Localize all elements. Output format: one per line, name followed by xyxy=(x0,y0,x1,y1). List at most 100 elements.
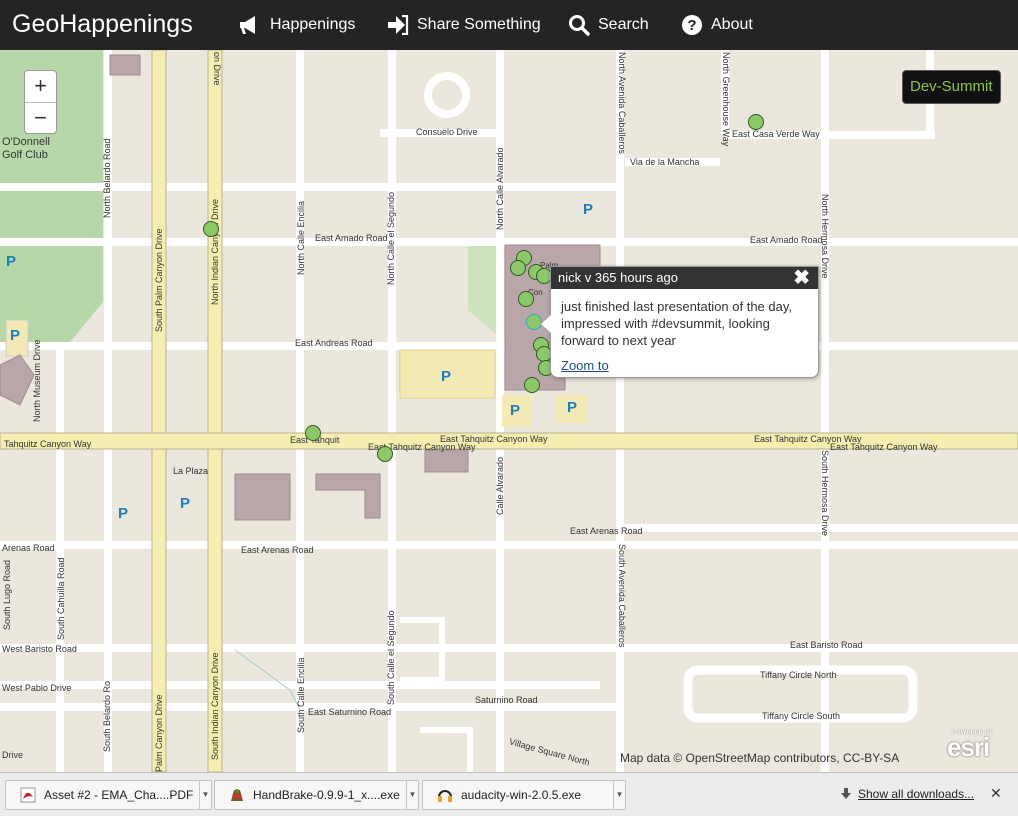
show-all-downloads-link[interactable]: Show all downloads... xyxy=(840,787,974,801)
headphones-icon xyxy=(438,790,452,802)
dev-summit-button[interactable]: Dev-Summit xyxy=(902,70,1001,104)
street-label: North Indian Canyon Drive xyxy=(210,198,220,305)
happening-marker[interactable] xyxy=(748,114,764,130)
parking-icon: P xyxy=(510,402,521,419)
download-shelf: Asset #2 - EMA_Cha....PDF ▼ HandBrake-0.… xyxy=(0,772,1018,816)
question-circle-icon: ? xyxy=(682,15,702,35)
street-label: East Andreas Road xyxy=(295,338,373,348)
parking-icon: P xyxy=(180,495,191,512)
street-label: East Arenas Road xyxy=(570,526,643,536)
street-label: East Tahquitz Canyon Way xyxy=(440,434,548,444)
chevron-down-icon[interactable]: ▼ xyxy=(613,781,625,809)
download-item[interactable]: HandBrake-0.9.9-1_x....exe ▼ xyxy=(214,780,419,810)
street-label: Saturnino Road xyxy=(475,695,538,705)
street-label: South Hermosa Drive xyxy=(820,450,830,537)
street-label: Tiffany Circle North xyxy=(760,670,837,680)
esri-logo: esri xyxy=(947,732,990,762)
parking-icon: P xyxy=(567,399,578,416)
parking-icon: P xyxy=(10,327,21,344)
app-brand[interactable]: GeoHappenings xyxy=(12,10,193,39)
street-label: North Avenida Caballeros xyxy=(617,52,627,154)
download-item[interactable]: Asset #2 - EMA_Cha....PDF ▼ xyxy=(5,780,212,810)
nav-happenings-label: Happenings xyxy=(270,16,356,33)
parking-icon: P xyxy=(118,505,129,522)
street-label: East Tahquitz Canyon Way xyxy=(830,442,938,452)
chevron-down-icon[interactable]: ▼ xyxy=(199,781,211,809)
download-filename: Asset #2 - EMA_Cha....PDF xyxy=(44,788,194,802)
top-navbar: GeoHappenings Happenings Share Something… xyxy=(0,0,1018,50)
happening-marker[interactable] xyxy=(203,221,219,237)
map-attribution: Map data © OpenStreetMap contributors, C… xyxy=(620,751,900,765)
street-label: South Lugo Road xyxy=(2,559,12,630)
street-label: Arenas Road xyxy=(2,543,55,553)
street-label: North Greenhouse Way xyxy=(721,52,731,147)
search-icon xyxy=(569,15,590,36)
happening-marker[interactable] xyxy=(518,291,534,307)
street-label: Via de la Mancha xyxy=(630,157,700,167)
nav-happenings[interactable]: Happenings xyxy=(238,13,355,37)
street-label: Consuelo Drive xyxy=(416,127,478,137)
nav-share-label: Share Something xyxy=(417,16,541,33)
map-base-layer xyxy=(0,50,1018,772)
sign-in-icon xyxy=(388,15,409,35)
street-label: South Avenida Caballeros xyxy=(617,544,627,648)
street-label: South Cahuilla Road xyxy=(56,557,66,640)
happening-marker[interactable] xyxy=(524,377,540,393)
show-all-downloads-label: Show all downloads... xyxy=(858,787,975,801)
happening-marker[interactable] xyxy=(305,425,321,441)
street-label: Drive xyxy=(2,750,24,760)
happening-popup: nick v 365 hours ago ✖ just finished las… xyxy=(541,266,819,378)
street-label: North Museum Drive xyxy=(32,339,42,422)
pdf-icon xyxy=(20,787,36,803)
street-label: Tiffany Circle South xyxy=(762,711,841,721)
nav-about[interactable]: ? About xyxy=(681,13,753,37)
svg-text:?: ? xyxy=(687,17,696,34)
street-label: East Amado Road xyxy=(750,235,823,245)
golf-club-label: O'Donnell Golf Club xyxy=(2,136,50,161)
parking-icon: P xyxy=(441,368,452,385)
street-label: Tahquitz Canyon Way xyxy=(4,439,92,449)
zoom-out-button[interactable]: − xyxy=(25,102,56,133)
download-filename: HandBrake-0.9.9-1_x....exe xyxy=(253,788,400,802)
close-icon[interactable]: ✕ xyxy=(990,785,1002,802)
nav-share-something[interactable]: Share Something xyxy=(387,13,541,37)
handbrake-icon xyxy=(231,789,243,801)
street-label: North Calle Encilia xyxy=(296,200,306,275)
popup-title: nick v 365 hours ago xyxy=(558,270,678,285)
zoom-to-link[interactable]: Zoom to xyxy=(561,358,609,373)
street-label: South Belardo Ro xyxy=(102,680,112,752)
street-label: North Belardo Road xyxy=(102,138,112,218)
download-item[interactable]: audacity-win-2.0.5.exe ▼ xyxy=(422,780,626,810)
happening-marker[interactable] xyxy=(510,260,526,276)
chevron-down-icon[interactable]: ▼ xyxy=(406,781,418,809)
street-label: South Palm Canyon Drive xyxy=(154,228,164,332)
street-label: West Pablo Drive xyxy=(2,683,72,693)
nav-search-label: Search xyxy=(598,16,649,33)
download-filename: audacity-win-2.0.5.exe xyxy=(461,788,582,802)
street-label: South Calle Encilia xyxy=(296,657,306,733)
parking-icon: P xyxy=(6,253,17,270)
happening-marker[interactable] xyxy=(377,446,393,462)
street-label: East Saturnino Road xyxy=(308,707,392,717)
popup-pointer xyxy=(541,315,551,333)
parking-icon: P xyxy=(583,201,594,218)
street-label: East Arenas Road xyxy=(241,545,314,555)
zoom-in-button[interactable]: + xyxy=(25,71,56,102)
street-label: South Indian Canyon Drive xyxy=(210,652,220,760)
street-label: East Baristo Road xyxy=(790,640,863,650)
street-label: East Amado Road xyxy=(315,233,388,243)
street-label: South Calle el Segundo xyxy=(386,610,396,705)
nav-search[interactable]: Search xyxy=(568,13,649,37)
street-label: East Casa Verde Way xyxy=(732,129,820,139)
street-label: La Plaza xyxy=(173,466,209,476)
zoom-control: + − xyxy=(24,70,57,134)
happening-marker-selected[interactable] xyxy=(526,314,542,330)
popup-message: just finished last presentation of the d… xyxy=(561,299,793,348)
street-label: North Calle Alvarado xyxy=(495,147,505,230)
close-icon[interactable]: ✖ xyxy=(793,268,810,288)
download-arrow-icon xyxy=(841,788,851,799)
nav-about-label: About xyxy=(711,16,753,33)
popup-title-bar: nick v 365 hours ago ✖ xyxy=(551,267,818,289)
street-label: North Calle el Segundo xyxy=(386,191,396,285)
map-view[interactable]: Consuelo Drive Via de la Mancha East Cas… xyxy=(0,50,1018,772)
